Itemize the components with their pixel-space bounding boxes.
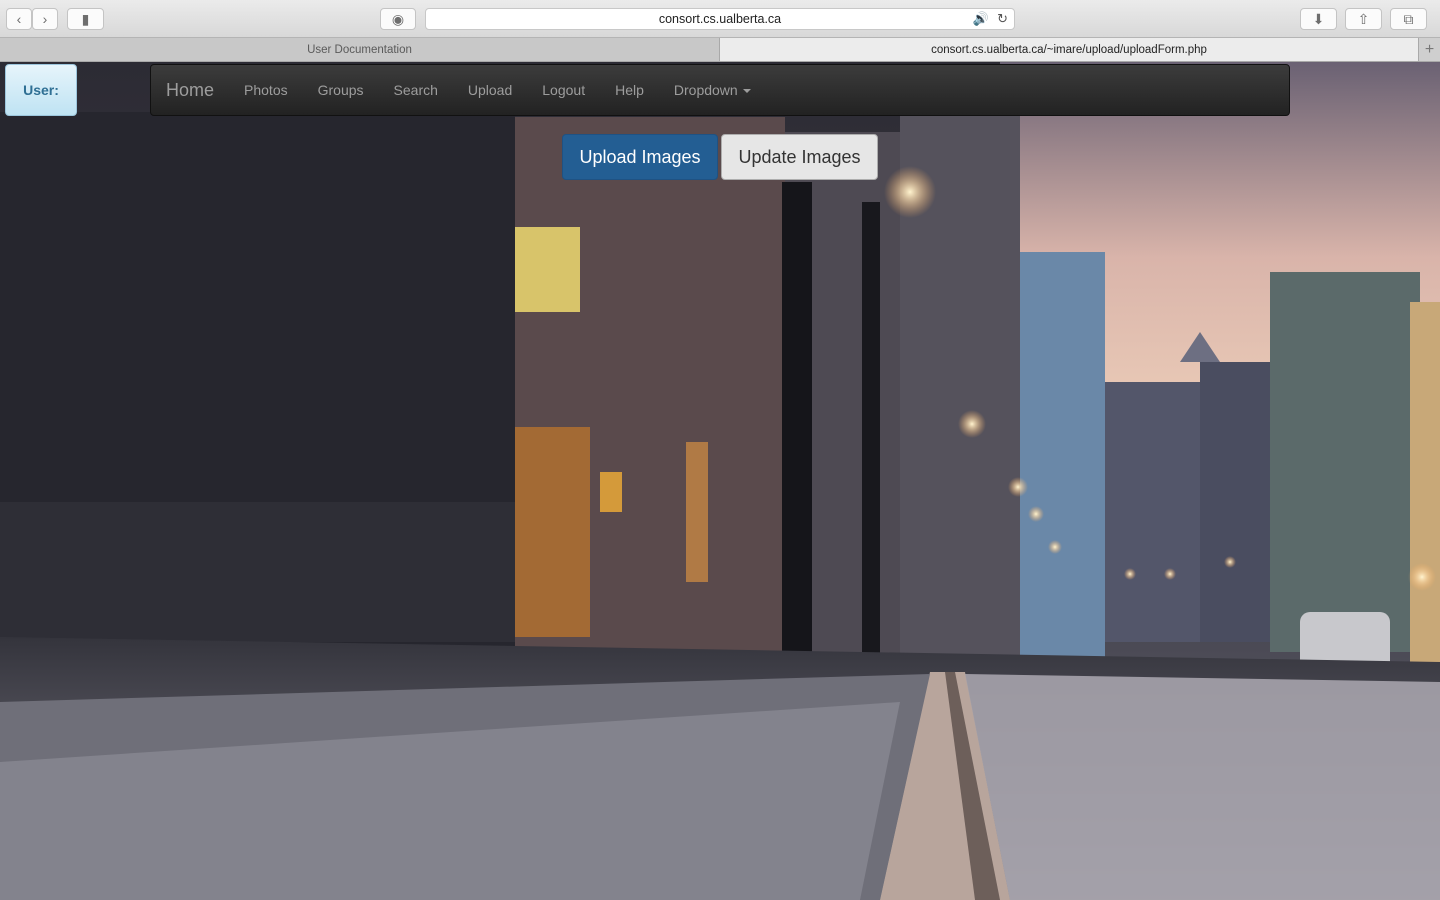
nav-home[interactable]: Home [151, 80, 229, 101]
nav-photos[interactable]: Photos [229, 82, 303, 98]
nav-logout[interactable]: Logout [527, 82, 600, 98]
user-badge[interactable]: User: [5, 64, 77, 116]
audio-icon[interactable]: 🔊 [973, 11, 989, 27]
downloads-icon[interactable]: ⬇ [1300, 8, 1337, 30]
street-background-image [0, 62, 1440, 900]
share-icon[interactable]: ⇧ [1345, 8, 1382, 30]
new-tab-icon[interactable]: + [1418, 38, 1440, 61]
nav-search[interactable]: Search [379, 82, 453, 98]
caret-down-icon [742, 89, 751, 94]
back-icon[interactable]: ‹ [6, 8, 32, 30]
nav-dropdown[interactable]: Dropdown [659, 82, 766, 98]
tab-bar: User Documentation consort.cs.ualberta.c… [0, 38, 1440, 62]
sidebar-toggle-icon[interactable]: ▮ [67, 8, 104, 30]
forward-icon[interactable]: › [32, 8, 58, 30]
tabs-overview-icon[interactable]: ⧉ [1390, 8, 1427, 30]
upload-images-button[interactable]: Upload Images [562, 134, 718, 180]
tab-user-documentation[interactable]: User Documentation [0, 38, 720, 61]
nav-help[interactable]: Help [600, 82, 659, 98]
address-bar[interactable]: consort.cs.ualberta.ca 🔊 ↻ [425, 8, 1015, 30]
privacy-shield-icon[interactable]: ◉ [380, 8, 416, 30]
nav-groups[interactable]: Groups [303, 82, 379, 98]
browser-toolbar: ‹ › ▮ ◉ consort.cs.ualberta.ca 🔊 ↻ ⬇ ⇧ ⧉ [0, 0, 1440, 38]
address-text: consort.cs.ualberta.ca [658, 12, 782, 26]
update-images-button[interactable]: Update Images [721, 134, 878, 180]
nav-dropdown-label: Dropdown [673, 82, 738, 98]
reload-icon[interactable]: ↻ [997, 11, 1008, 27]
nav-upload[interactable]: Upload [453, 82, 527, 98]
page-content: User: Home Photos Groups Search Upload L… [0, 62, 1440, 900]
tab-upload-form[interactable]: consort.cs.ualberta.ca/~imare/upload/upl… [720, 38, 1418, 61]
navbar: Home Photos Groups Search Upload Logout … [150, 64, 1290, 116]
